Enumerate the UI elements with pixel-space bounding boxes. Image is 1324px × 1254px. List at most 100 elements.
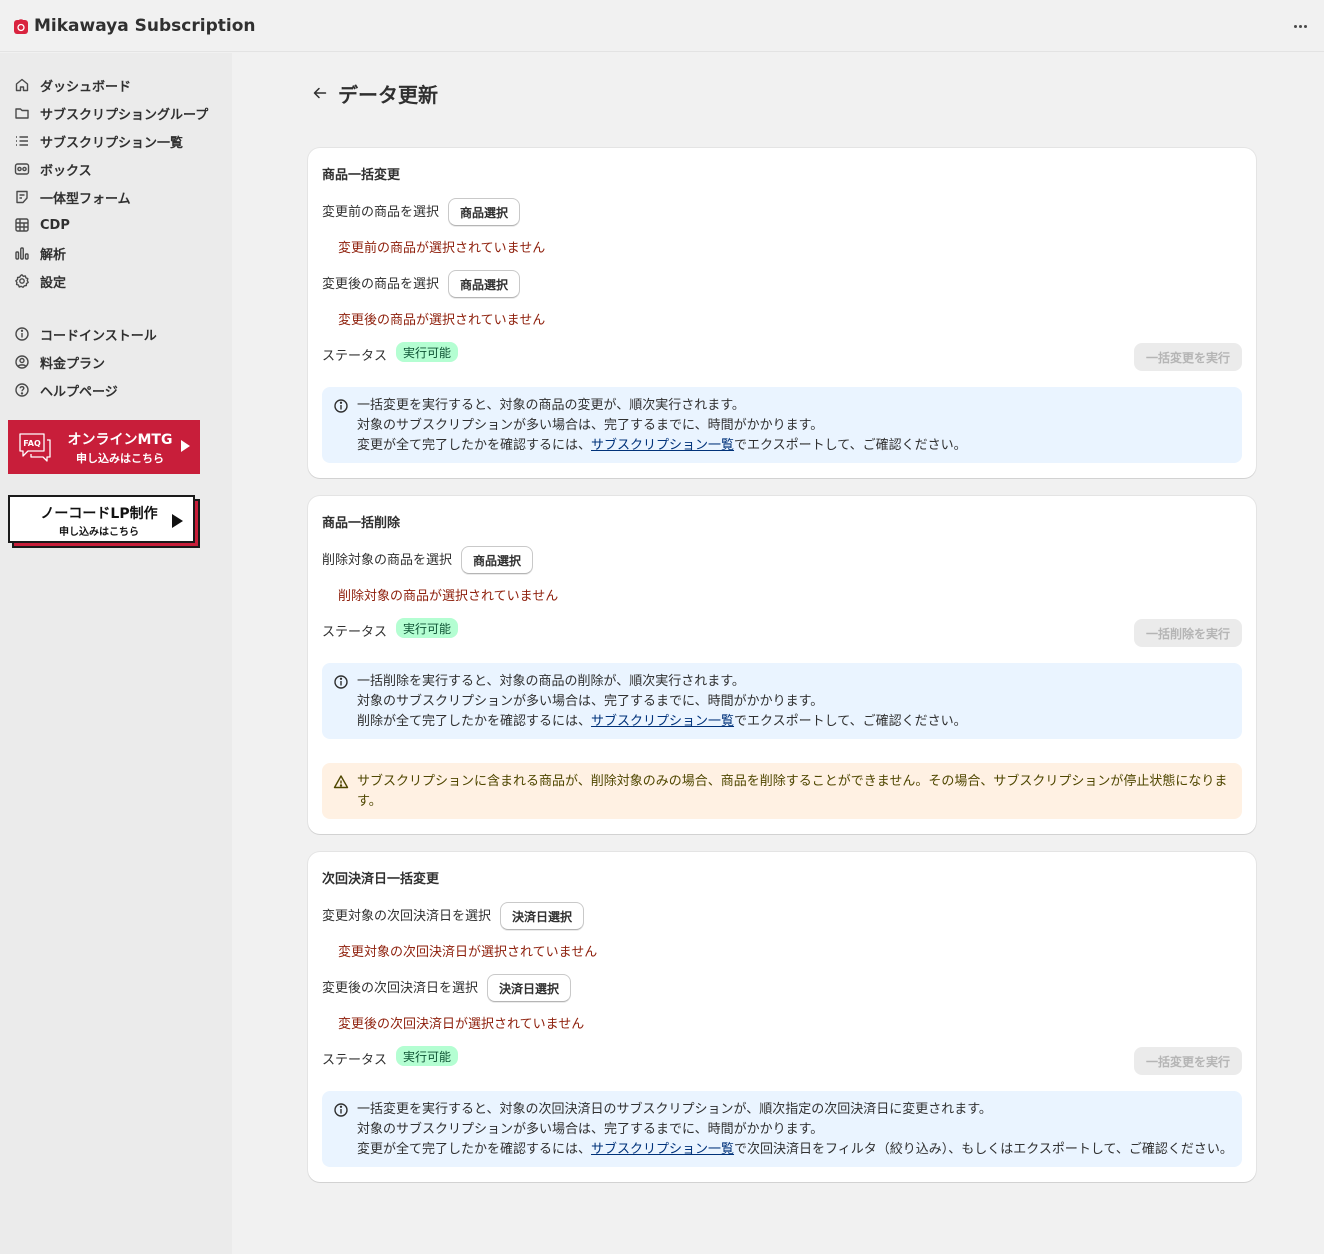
sidebar-item-label: 解析 [40, 247, 67, 263]
banner-subtitle: 申し込みはこちら [59, 527, 139, 538]
status-badge: 実行可能 [396, 618, 459, 638]
arrow-left-icon [313, 87, 327, 99]
sidebar: ダッシュボード サブスクリプショングループ サブスクリプション一覧 ボックス 一… [0, 53, 232, 1254]
status-badge: 実行可能 [396, 1046, 459, 1066]
sidebar-item-pricing[interactable]: 料金プラン [0, 348, 232, 376]
subscription-list-link[interactable]: サブスクリプション一覧 [591, 1142, 734, 1157]
info-icon [14, 326, 30, 342]
select-target-date-button[interactable]: 決済日選択 [500, 902, 585, 930]
faq-chat-icon: FAQ [19, 433, 51, 462]
info-text: で次回決済日をフィルタ（絞り込み）、もしくはエクスポートして、ご確認ください。 [734, 1142, 1233, 1157]
page-title: データ更新 [338, 82, 438, 107]
sidebar-item-analytics[interactable]: 解析 [0, 239, 232, 267]
sidebar-secondary-nav: コードインストール 料金プラン ヘルプページ [0, 320, 232, 404]
info-banner: 一括削除を実行すると、対象の商品の削除が、順次実行されます。 対象のサブスクリプ… [322, 663, 1242, 739]
sidebar-item-label: ヘルプページ [40, 384, 118, 400]
info-banner: 一括変更を実行すると、対象の商品の変更が、順次実行されます。 対象のサブスクリプ… [322, 387, 1242, 463]
bar-chart-icon [14, 245, 30, 261]
status-badge: 実行可能 [396, 342, 459, 362]
warning-line: サブスクリプションに含まれる商品が、削除対象のみの場合、商品を削除することができ… [357, 774, 1228, 789]
sidebar-item-label: サブスクリプショングループ [40, 107, 209, 123]
sidebar-item-cdp[interactable]: CDP [0, 211, 232, 239]
sidebar-item-form[interactable]: 一体型フォーム [0, 183, 232, 211]
nocode-lp-banner[interactable]: ノーコードLP制作 申し込みはこちら [8, 495, 200, 548]
execute-billing-change-button[interactable]: 一括変更を実行 [1133, 1047, 1242, 1075]
subscription-list-link[interactable]: サブスクリプション一覧 [591, 438, 734, 453]
info-text: でエクスポートして、ご確認ください。 [734, 714, 967, 729]
online-mtg-banner[interactable]: FAQ オンラインMTG 申し込みはこちら [8, 420, 200, 474]
sidebar-item-dashboard[interactable]: ダッシュボード [0, 71, 232, 99]
sidebar-item-label: ダッシュボード [40, 79, 132, 95]
dot-icon [1303, 24, 1307, 28]
execute-bulk-delete-button[interactable]: 一括削除を実行 [1133, 619, 1242, 647]
billing-after-error: 変更後の次回決済日が選択されていません [338, 1017, 585, 1032]
play-arrow-icon [172, 514, 183, 528]
folder-icon [14, 105, 30, 121]
back-button[interactable] [308, 81, 332, 105]
banner-face: ノーコードLP制作 申し込みはこちら [8, 495, 195, 543]
billing-target-error: 変更対象の次回決済日が選択されていません [338, 945, 598, 960]
info-line: 変更が全て完了したかを確認するには、サブスクリプション一覧でエクスポートして、ご… [357, 436, 1230, 456]
app-title: Mikawaya Subscription [34, 15, 256, 36]
form-icon [14, 189, 30, 205]
list-icon [14, 133, 30, 149]
top-bar: Mikawaya Subscription [0, 0, 1324, 52]
info-banner: 一括変更を実行すると、対象の次回決済日のサブスクリプションが、順次指定の次回決済… [322, 1091, 1242, 1167]
page-header: データ更新 [308, 78, 438, 108]
sidebar-item-label: 設定 [40, 275, 67, 291]
select-after-product-button[interactable]: 商品選択 [448, 270, 521, 298]
before-product-error: 変更前の商品が選択されていません [338, 241, 546, 256]
info-icon [334, 399, 348, 413]
sidebar-item-subscription-list[interactable]: サブスクリプション一覧 [0, 127, 232, 155]
sidebar-item-help[interactable]: ヘルプページ [0, 376, 232, 404]
info-line: 一括変更を実行すると、対象の次回決済日のサブスクリプションが、順次指定の次回決済… [357, 1102, 992, 1117]
before-product-label: 変更前の商品を選択 [322, 205, 440, 220]
warning-line: す。 [357, 794, 382, 809]
info-line: 対象のサブスクリプションが多い場合は、完了するまでに、時間がかかります。 [357, 1122, 824, 1137]
sidebar-item-label: CDP [40, 217, 70, 233]
status-label: ステータス [322, 349, 388, 364]
banner-title: ノーコードLP制作 [40, 506, 158, 522]
sidebar-item-settings[interactable]: 設定 [0, 267, 232, 295]
sidebar-nav: ダッシュボード サブスクリプショングループ サブスクリプション一覧 ボックス 一… [0, 71, 232, 295]
info-line: 一括変更を実行すると、対象の商品の変更が、順次実行されます。 [357, 398, 745, 413]
info-line: 一括削除を実行すると、対象の商品の削除が、順次実行されます。 [357, 674, 745, 689]
status-label: ステータス [322, 625, 388, 640]
warning-icon [333, 775, 349, 789]
warning-banner: サブスクリプションに含まれる商品が、削除対象のみの場合、商品を削除することができ… [322, 763, 1242, 819]
sidebar-item-label: ボックス [40, 163, 92, 179]
sidebar-item-label: コードインストール [40, 328, 157, 344]
after-product-label: 変更後の商品を選択 [322, 277, 440, 292]
select-after-date-button[interactable]: 決済日選択 [487, 974, 572, 1002]
dot-icon [1293, 24, 1297, 28]
home-icon [14, 77, 30, 93]
banner-title: オンラインMTG [67, 432, 173, 448]
billing-target-label: 変更対象の次回決済日を選択 [322, 909, 492, 924]
subscription-list-link[interactable]: サブスクリプション一覧 [591, 714, 734, 729]
delete-target-error: 削除対象の商品が選択されていません [338, 589, 559, 604]
card-title: 次回決済日一括変更 [322, 872, 440, 887]
info-icon [334, 1103, 348, 1117]
sidebar-item-code-install[interactable]: コードインストール [0, 320, 232, 348]
select-delete-product-button[interactable]: 商品選択 [461, 546, 534, 574]
card-title: 商品一括変更 [322, 168, 401, 183]
bulk-change-card: 商品一括変更 変更前の商品を選択 商品選択 変更前の商品が選択されていません 変… [308, 148, 1256, 478]
select-before-product-button[interactable]: 商品選択 [448, 198, 521, 226]
faq-badge-text: FAQ [23, 439, 41, 448]
sidebar-item-subscription-groups[interactable]: サブスクリプショングループ [0, 99, 232, 127]
more-actions-button[interactable] [1290, 18, 1310, 34]
status-label: ステータス [322, 1053, 388, 1068]
sidebar-item-box[interactable]: ボックス [0, 155, 232, 183]
info-line: 対象のサブスクリプションが多い場合は、完了するまでに、時間がかかります。 [357, 418, 824, 433]
sidebar-item-label: 料金プラン [40, 356, 106, 372]
banner-subtitle: 申し込みはこちら [76, 452, 164, 465]
card-title: 商品一括削除 [322, 516, 401, 531]
box-icon [14, 161, 30, 177]
grid-icon [14, 217, 30, 233]
sidebar-item-label: サブスクリプション一覧 [40, 135, 184, 151]
info-text: 削除が全て完了したかを確認するには、 [357, 714, 592, 729]
play-arrow-icon [181, 440, 190, 452]
info-line: 削除が全て完了したかを確認するには、サブスクリプション一覧でエクスポートして、ご… [357, 712, 1230, 732]
execute-bulk-change-button[interactable]: 一括変更を実行 [1133, 343, 1242, 371]
info-text: 変更が全て完了したかを確認するには、 [357, 438, 592, 453]
